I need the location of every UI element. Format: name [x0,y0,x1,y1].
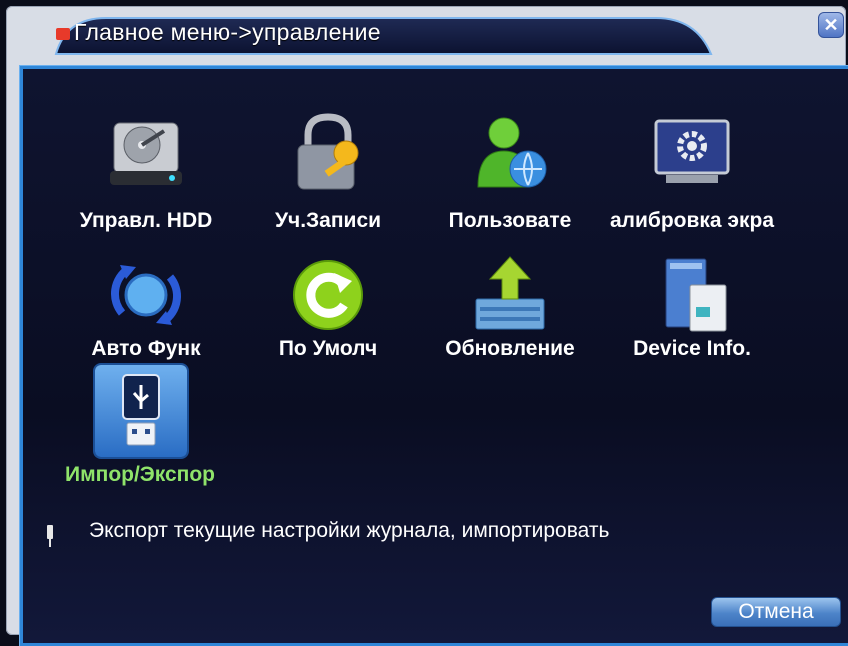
menu-item-label: Авто Функ [91,337,201,360]
menu-item-import-export[interactable]: Импор/Экспор [59,365,229,497]
menu-item-label: Управл. HDD [79,209,213,232]
menu-item-upgrade[interactable]: Обновление [425,253,595,363]
menu-panel: Управл. HDD Уч.Записи Пользовате алибров… [20,66,848,646]
upgrade-arrow-icon [475,256,545,330]
menu-item-label: По Умолч [278,337,378,360]
menu-folder-icon [56,28,70,40]
window-title: Главное меню->управление [74,19,381,45]
menu-item-label: Обновление [445,337,575,360]
cancel-button[interactable]: Отмена [711,597,841,627]
close-button[interactable]: ✕ [818,12,844,38]
menu-item-label: алибровка экра [609,209,775,232]
menu-item-label: Импор/Экспор [65,463,215,486]
close-icon: ✕ [823,15,839,35]
menu-item-records[interactable]: Уч.Записи [243,113,413,243]
menu-item-label: Пользовате [448,209,572,232]
menu-item-label: Device Info. [633,337,751,360]
device-info-icon [665,258,727,332]
menu-item-default[interactable]: По Умолч [243,253,413,363]
dialog-window: Главное меню->управление ✕ Управл. HDD У… [6,6,848,646]
menu-item-label: Уч.Записи [274,209,382,232]
hard-drive-icon [110,122,182,185]
info-pin-icon [47,525,53,547]
menu-item-hdd[interactable]: Управл. HDD [61,113,231,243]
user-globe-icon [477,117,547,188]
padlock-key-icon [297,113,359,190]
menu-item-users[interactable]: Пользовате [425,113,595,243]
menu-item-calibration[interactable]: алибровка экра [607,113,777,243]
monitor-gear-icon [654,119,730,183]
menu-item-auto[interactable]: Авто Функ [61,253,231,363]
title-bar: Главное меню->управление ✕ [6,6,846,56]
auto-cycle-icon [111,265,181,325]
reset-default-icon [293,260,363,330]
menu-item-device-info[interactable]: Device Info. [607,253,777,363]
usb-drive-icon [122,374,160,446]
hint-text: Экспорт текущие настройки журнала, импор… [89,519,610,542]
